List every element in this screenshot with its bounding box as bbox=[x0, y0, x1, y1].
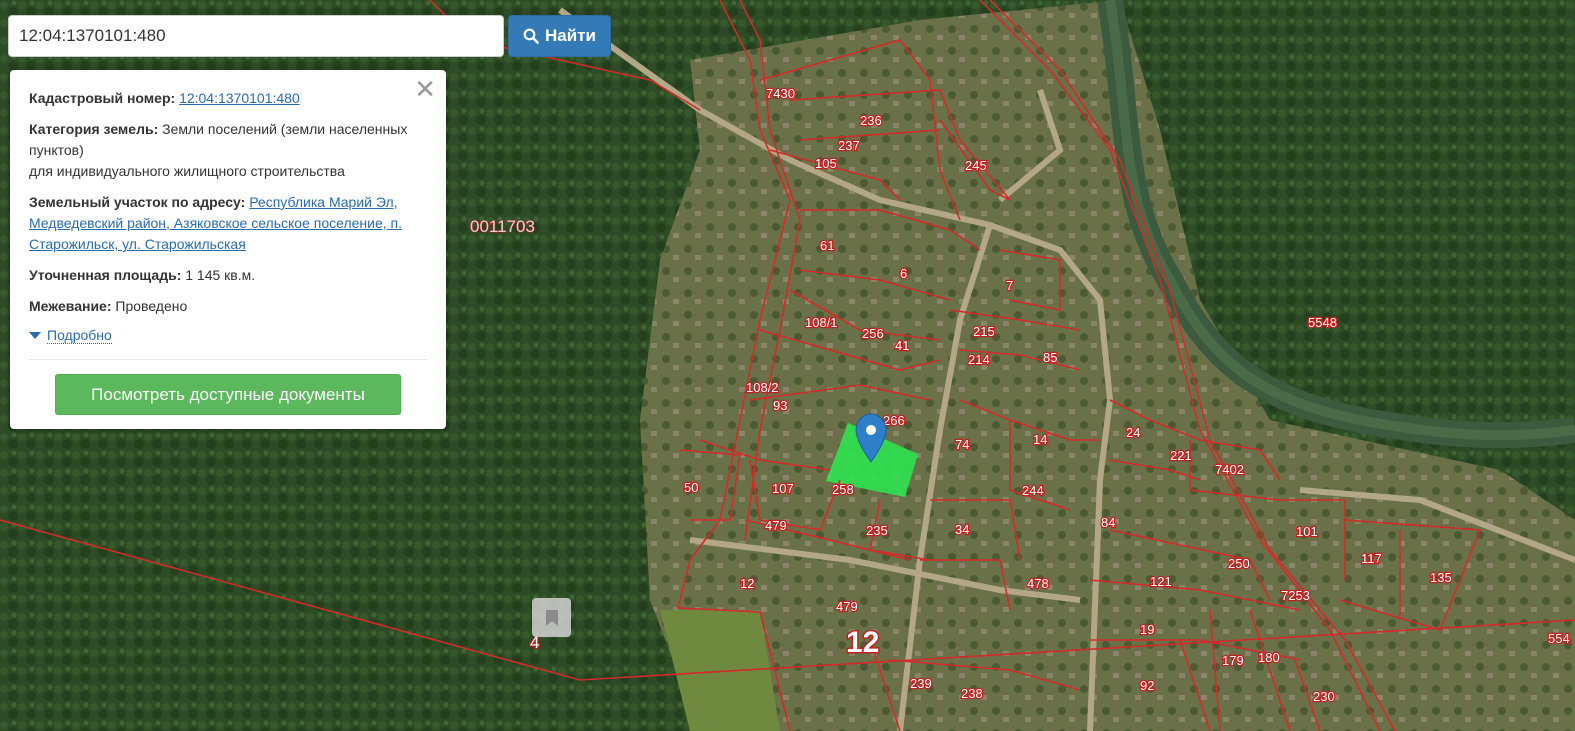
plot-label: 230 bbox=[1313, 689, 1335, 704]
plot-label: 7402 bbox=[1215, 462, 1244, 477]
plot-label: 107 bbox=[772, 481, 794, 496]
plot-label: 19 bbox=[1140, 622, 1154, 637]
plot-label: 101 bbox=[1296, 524, 1318, 539]
plot-label: 235 bbox=[866, 523, 888, 538]
land-use-value: для индивидуального жилищного строительс… bbox=[29, 163, 345, 179]
area-label: Уточненная площадь: bbox=[29, 267, 182, 283]
plot-label: 237 bbox=[838, 138, 860, 153]
chevron-down-icon bbox=[29, 332, 41, 339]
cadastral-block-label: 0011703 bbox=[470, 217, 535, 236]
plot-label: 245 bbox=[965, 158, 987, 173]
plot-label: 41 bbox=[895, 338, 909, 353]
search-icon bbox=[523, 28, 539, 44]
plot-label: 108/2 bbox=[746, 380, 779, 395]
area-row: Уточненная площадь: 1 145 кв.м. bbox=[29, 265, 427, 286]
plot-label: 61 bbox=[820, 238, 834, 253]
plot-label: 244 bbox=[1022, 483, 1044, 498]
divider bbox=[29, 359, 427, 360]
details-toggle[interactable]: Подробно bbox=[29, 327, 427, 344]
plot-label: 179 bbox=[1222, 653, 1244, 668]
plot-label: 7 bbox=[1006, 278, 1013, 293]
plot-label: 117 bbox=[1361, 551, 1382, 566]
survey-label: Межевание: bbox=[29, 298, 112, 314]
plot-label: 256 bbox=[862, 326, 884, 341]
view-documents-button[interactable]: Посмотреть доступные документы bbox=[55, 374, 401, 415]
bookmark-icon bbox=[545, 609, 558, 626]
plot-label: 92 bbox=[1140, 678, 1154, 693]
plot-label: 14 bbox=[1033, 432, 1047, 447]
survey-value: Проведено bbox=[115, 298, 188, 314]
plot-label: 74 bbox=[955, 437, 969, 452]
plot-label: 105 bbox=[815, 156, 837, 171]
plot-label: 12 bbox=[740, 576, 754, 591]
plot-label: 258 bbox=[832, 482, 854, 497]
plot-label: 50 bbox=[684, 480, 698, 495]
plot-label: 5548 bbox=[1308, 315, 1337, 330]
plot-label: 215 bbox=[973, 324, 995, 339]
land-category-label: Категория земель: bbox=[29, 121, 159, 137]
plot-label: 239 bbox=[910, 676, 932, 691]
parcel-info-panel: ✕ Кадастровый номер: 12:04:1370101:480 К… bbox=[10, 70, 446, 429]
search-button-label: Найти bbox=[545, 26, 596, 45]
plot-label: 180 bbox=[1258, 650, 1280, 665]
cadastral-number-link[interactable]: 12:04:1370101:480 bbox=[179, 90, 300, 106]
address-label: Земельный участок по адресу: bbox=[29, 194, 246, 210]
plot-label: 93 bbox=[773, 398, 787, 413]
plot-label: 6 bbox=[900, 266, 907, 281]
area-value: 1 145 кв.м. bbox=[185, 267, 256, 283]
plot-label: 479 bbox=[836, 599, 858, 614]
plot-label: 479 bbox=[765, 518, 787, 533]
plot-label: 266 bbox=[883, 413, 905, 428]
address-row: Земельный участок по адресу: Республика … bbox=[29, 192, 427, 255]
plot-label: 135 bbox=[1430, 570, 1452, 585]
search-input[interactable] bbox=[8, 15, 504, 57]
plot-label: 478 bbox=[1027, 576, 1049, 591]
plot-label: 108/1 bbox=[805, 315, 838, 330]
plot-label: 121 bbox=[1150, 574, 1172, 589]
plot-label: 250 bbox=[1228, 556, 1250, 571]
plot-label: 24 bbox=[1126, 425, 1140, 440]
land-category-row: Категория земель: Земли поселений (земли… bbox=[29, 119, 427, 182]
plot-label: 85 bbox=[1043, 350, 1057, 365]
plot-label: 236 bbox=[860, 113, 882, 128]
plot-label: 7253 bbox=[1281, 588, 1310, 603]
plot-label: 554 bbox=[1548, 631, 1570, 646]
details-toggle-label: Подробно bbox=[47, 327, 112, 344]
close-icon[interactable]: ✕ bbox=[414, 76, 436, 102]
plot-label: 214 bbox=[968, 352, 990, 367]
plot-label: 84 bbox=[1101, 515, 1115, 530]
cadastral-number-label: Кадастровый номер: bbox=[29, 90, 176, 106]
cadastral-number-row: Кадастровый номер: 12:04:1370101:480 bbox=[29, 88, 427, 109]
plot-label: 238 bbox=[961, 686, 983, 701]
quarter-label: 12 bbox=[846, 626, 879, 659]
survey-row: Межевание: Проведено bbox=[29, 296, 427, 317]
plot-label: 221 bbox=[1170, 448, 1192, 463]
plot-label: 34 bbox=[955, 522, 969, 537]
search-button[interactable]: Найти bbox=[508, 15, 611, 57]
plot-label: 7430 bbox=[766, 86, 795, 101]
bookmark-button[interactable] bbox=[532, 598, 571, 637]
